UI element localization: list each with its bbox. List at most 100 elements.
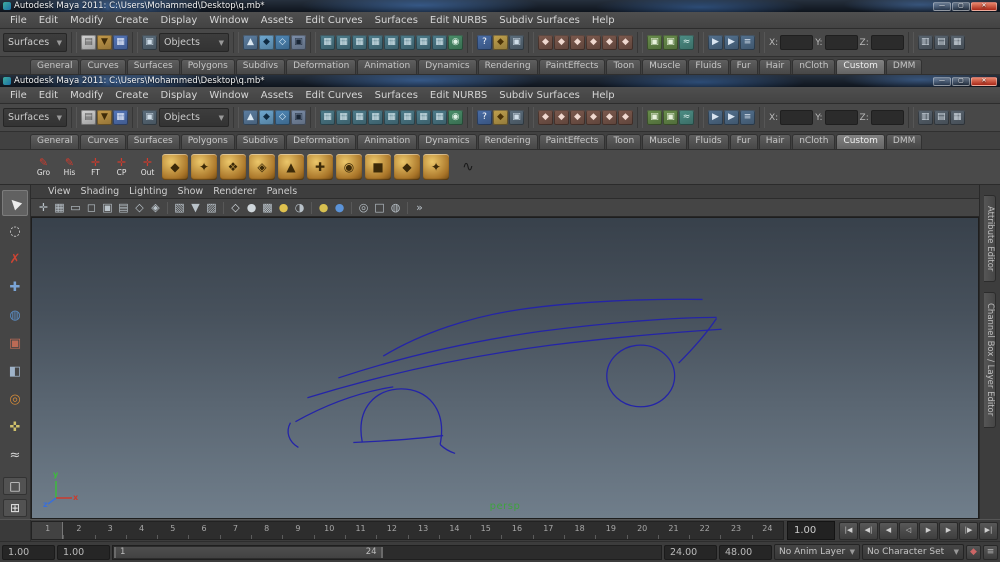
minimize-button[interactable]: —	[933, 77, 951, 86]
play-forwards-button[interactable]: ▶	[919, 522, 938, 540]
menu-edit-curves[interactable]: Edit Curves	[299, 14, 368, 27]
shelf-tab-ncloth[interactable]: nCloth	[792, 59, 835, 74]
gold-shelf-item-6-icon[interactable]: ✚	[307, 154, 333, 180]
wireframe-icon[interactable]: ◇	[229, 202, 242, 213]
menu-surfaces[interactable]: Surfaces	[369, 89, 424, 102]
shelf-tab-subdivs[interactable]: Subdivs	[236, 134, 285, 149]
snap-view-icon[interactable]: ◆	[602, 35, 617, 50]
four-pane-layout-button[interactable]: ⊞	[3, 499, 27, 517]
snap-view-icon[interactable]: ◆	[602, 110, 617, 125]
range-slider-bar[interactable]: 1 24	[114, 547, 383, 558]
shelf-tab-hair[interactable]: Hair	[759, 59, 791, 74]
gold-shelf-item-4-icon[interactable]: ◈	[249, 154, 275, 180]
shelf-tab-curves[interactable]: Curves	[80, 59, 125, 74]
shelf-tab-painteffects[interactable]: PaintEffects	[539, 59, 606, 74]
playback-start-field[interactable]: 1.00	[57, 545, 110, 560]
animation-preferences-icon[interactable]: ≡	[983, 545, 998, 560]
shelf-tab-curves[interactable]: Curves	[80, 134, 125, 149]
gold-shelf-item-9-icon[interactable]: ◆	[394, 154, 420, 180]
group-divider[interactable]	[698, 107, 704, 128]
mask-deformations-icon[interactable]: ▦	[384, 110, 399, 125]
highlight-selection-icon[interactable]: ◉	[448, 35, 463, 50]
gold-shelf-item-3-icon[interactable]: ❖	[220, 154, 246, 180]
camera-attributes-icon[interactable]: ▧	[173, 202, 186, 213]
menu-surfaces[interactable]: Surfaces	[369, 14, 424, 27]
shelf-item-ft[interactable]: ✛FT	[84, 152, 107, 182]
snap-live-icon[interactable]: ◆	[618, 35, 633, 50]
coord-field-x[interactable]	[780, 110, 813, 125]
group-divider[interactable]	[310, 107, 316, 128]
tab-attribute-editor[interactable]: Attribute Editor	[984, 195, 996, 282]
selection-mask-dropdown[interactable]: Objects▼	[159, 108, 229, 127]
show-channel-box-icon[interactable]: ▦	[950, 35, 965, 50]
construction-history-icon[interactable]: ≈	[679, 35, 694, 50]
menu-display[interactable]: Display	[154, 89, 203, 102]
car-sideline[interactable]	[307, 329, 721, 398]
help-line-icon[interactable]: ?	[477, 35, 492, 50]
step-back-key-button[interactable]: ◀	[879, 522, 898, 540]
gate-mask-icon[interactable]: ▣	[101, 202, 114, 213]
play-backwards-button[interactable]: ◁	[899, 522, 918, 540]
last-tool-curve[interactable]: ≈	[2, 442, 28, 468]
snap-curve-icon[interactable]: ◆	[554, 110, 569, 125]
safe-action-icon[interactable]: ◇	[133, 202, 146, 213]
menu-edit-nurbs[interactable]: Edit NURBS	[424, 14, 493, 27]
shelf-tab-muscle[interactable]: Muscle	[642, 59, 687, 74]
select-object-icon[interactable]: ◆	[259, 110, 274, 125]
menu-help[interactable]: Help	[586, 89, 621, 102]
shelf-tab-hair[interactable]: Hair	[759, 134, 791, 149]
select-hierarchy-icon[interactable]: ▲	[243, 35, 258, 50]
minimize-button[interactable]: —	[933, 2, 951, 11]
menu-file[interactable]: File	[4, 14, 33, 27]
car-front-wheel-arch[interactable]	[361, 389, 442, 445]
mask-misc-icon[interactable]: ▦	[432, 35, 447, 50]
shelf-item-gro[interactable]: ✎Gro	[32, 152, 55, 182]
track-selection-icon[interactable]: ▣	[509, 35, 524, 50]
input-connections-icon[interactable]: ▣	[647, 35, 662, 50]
coord-field-x[interactable]	[780, 35, 813, 50]
mask-joints-icon[interactable]: ▦	[336, 110, 351, 125]
show-attribute-editor-icon[interactable]: ▥	[918, 110, 933, 125]
render-ipr-icon[interactable]: ▶	[724, 110, 739, 125]
group-divider[interactable]	[233, 107, 239, 128]
group-divider[interactable]	[759, 107, 765, 128]
render-settings-icon[interactable]: ≡	[740, 35, 755, 50]
menu-assets[interactable]: Assets	[255, 89, 300, 102]
select-hierarchy-icon[interactable]: ▲	[243, 110, 258, 125]
image-plane-icon[interactable]: ▨	[205, 202, 218, 213]
menu-modify[interactable]: Modify	[64, 89, 109, 102]
gold-shelf-item-5-icon[interactable]: ▲	[278, 154, 304, 180]
select-component-icon[interactable]: ◇	[275, 110, 290, 125]
new-scene-icon[interactable]: ▤	[81, 110, 96, 125]
title-bar[interactable]: Autodesk Maya 2011: C:\Users\Mohammed\De…	[0, 0, 1000, 12]
shelf-tab-custom[interactable]: Custom	[836, 59, 884, 74]
panel-menu-panels[interactable]: Panels	[262, 186, 303, 197]
time-slider-ruler[interactable]: 123456789101112131415161718192021222324	[31, 521, 784, 540]
panel-menu-view[interactable]: View	[43, 186, 76, 197]
car-rear-pillar[interactable]	[679, 318, 717, 363]
help-line-icon[interactable]: ?	[477, 110, 492, 125]
mask-deformations-icon[interactable]: ▦	[384, 35, 399, 50]
track-selection-icon[interactable]: ▣	[509, 110, 524, 125]
close-button[interactable]: ✕	[971, 2, 997, 11]
menu-edit[interactable]: Edit	[33, 14, 64, 27]
gold-shelf-item-7-icon[interactable]: ◉	[336, 154, 362, 180]
menu-window[interactable]: Window	[203, 14, 254, 27]
show-tool-settings-icon[interactable]: ▤	[934, 35, 949, 50]
maximize-button[interactable]: ▢	[952, 2, 970, 11]
group-divider[interactable]	[132, 32, 138, 53]
select-tool[interactable]: ▶	[2, 190, 28, 216]
film-gate-icon[interactable]: ▭	[69, 202, 82, 213]
go-to-start-button[interactable]: |◀	[839, 522, 858, 540]
title-bar[interactable]: Autodesk Maya 2011: C:\Users\Mohammed\De…	[0, 75, 1000, 87]
shelf-tab-subdivs[interactable]: Subdivs	[236, 59, 285, 74]
single-pane-layout-button[interactable]: □	[3, 477, 27, 495]
select-object-icon[interactable]: ◆	[259, 35, 274, 50]
shelf-tab-painteffects[interactable]: PaintEffects	[539, 134, 606, 149]
group-divider[interactable]	[637, 32, 643, 53]
menu-help[interactable]: Help	[586, 14, 621, 27]
gold-shelf-item-8-icon[interactable]: ■	[365, 154, 391, 180]
group-divider[interactable]	[908, 32, 914, 53]
shelf-tab-rendering[interactable]: Rendering	[478, 59, 538, 74]
shelf-tab-rendering[interactable]: Rendering	[478, 134, 538, 149]
